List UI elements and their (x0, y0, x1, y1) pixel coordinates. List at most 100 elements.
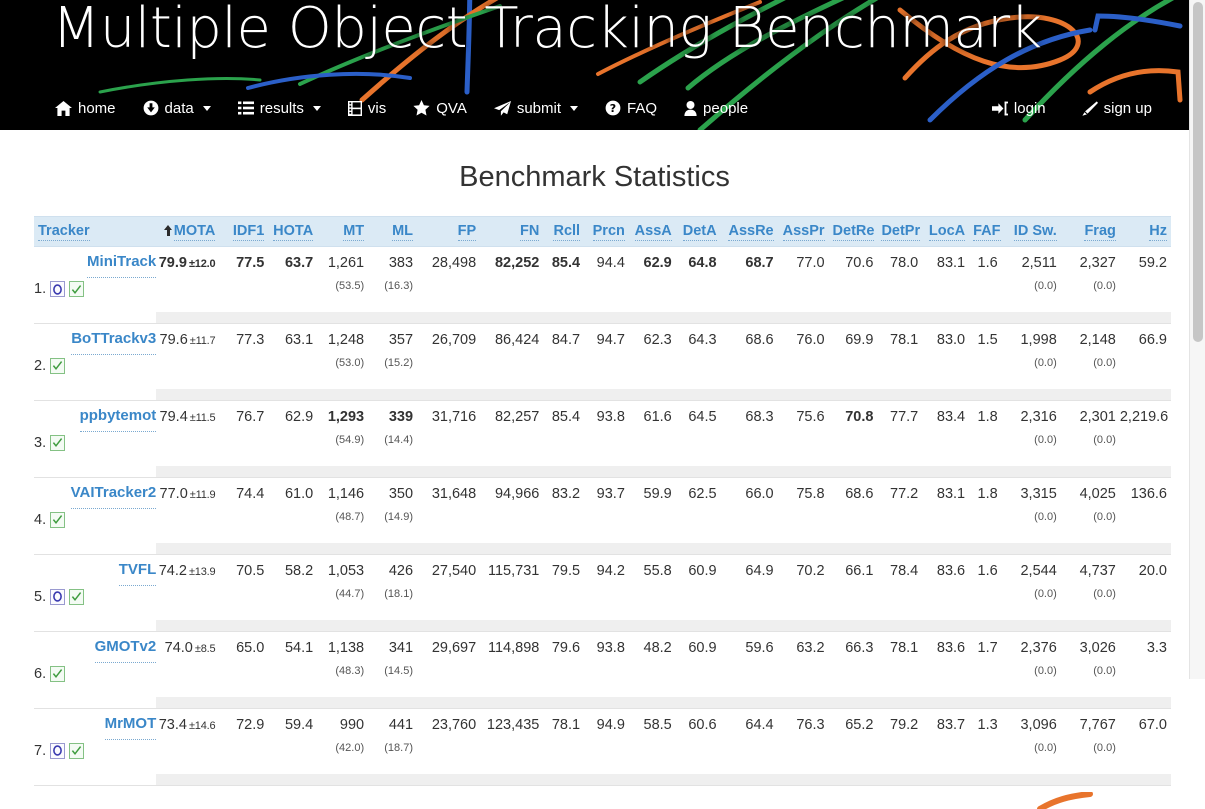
column-header-mt[interactable]: MT (317, 217, 368, 247)
verified-badge[interactable] (50, 666, 65, 682)
column-header-assre[interactable]: AssRe (721, 217, 778, 247)
cell-detre: 70.8 (829, 401, 878, 466)
row-separator-band (34, 543, 1171, 554)
cell-value: 61.0 (268, 478, 317, 510)
tracker-name-link[interactable]: MrMOT (105, 709, 157, 740)
column-header-asspr[interactable]: AssPr (778, 217, 829, 247)
column-header-mota[interactable]: MOTA (156, 217, 219, 247)
table-row[interactable]: ppbytemot3.79.4±11.576.762.91,293(54.9)3… (34, 401, 1171, 466)
cell-idf1: 70.5 (219, 555, 268, 620)
cell-deta: 60.9 (676, 555, 721, 620)
column-header-idf1[interactable]: IDF1 (219, 217, 268, 247)
tracker-name-link[interactable]: MiniTrack (87, 247, 156, 278)
band-fill (156, 466, 1171, 477)
column-header-assa[interactable]: AssA (629, 217, 676, 247)
column-header-tracker[interactable]: Tracker (34, 217, 156, 247)
cell-subvalue: (54.9) (317, 433, 368, 453)
cell-faf: 1.8 (969, 401, 1002, 466)
verified-badge[interactable] (69, 743, 84, 759)
column-header-prcn[interactable]: Prcn (584, 217, 629, 247)
column-header-detpr[interactable]: DetPr (877, 217, 922, 247)
cell-detpr: 78.1 (877, 324, 922, 389)
nav-item-signup[interactable]: sign up (1073, 95, 1161, 122)
cell-mt: 1,053(44.7) (317, 555, 368, 620)
cell-value: 79.4±11.5 (156, 401, 219, 433)
cell-value: 70.6 (829, 247, 878, 279)
nav-item-vis[interactable]: vis (339, 95, 395, 122)
cell-subvalue (676, 741, 721, 761)
column-header-faf[interactable]: FAF (969, 217, 1002, 247)
nav-item-faq[interactable]: ? FAQ (596, 95, 666, 122)
cell-frag: 3,026(0.0) (1061, 632, 1120, 697)
tracker-name-link[interactable]: ppbytemot (80, 401, 157, 432)
verified-badge[interactable] (50, 435, 65, 451)
tracker-name-link[interactable]: BoTTrackv3 (71, 324, 156, 355)
cell-idf1: 65.0 (219, 632, 268, 697)
cell-subvalue (268, 741, 317, 761)
code-available-badge[interactable] (50, 743, 65, 759)
column-header-ml[interactable]: ML (368, 217, 417, 247)
tracker-name-link[interactable]: TVFL (119, 555, 157, 586)
column-header-frag[interactable]: Frag (1061, 217, 1120, 247)
table-row[interactable]: GMOTv26.74.0±8.565.054.11,138(48.3)341(1… (34, 632, 1171, 697)
cell-subvalue (969, 356, 1002, 376)
nav-item-login[interactable]: login (983, 95, 1055, 122)
tracker-name-link[interactable]: GMOTv2 (95, 632, 157, 663)
nav-item-qva[interactable]: QVA (404, 95, 476, 122)
cell-loca: 83.1 (922, 247, 969, 312)
cell-value: 990 (317, 709, 368, 741)
cell-detpr: 78.1 (877, 632, 922, 697)
band-blank (34, 697, 156, 708)
cell-subvalue (778, 433, 829, 453)
code-available-badge[interactable] (50, 281, 65, 297)
tracker-name-link[interactable]: VAITracker2 (71, 478, 157, 509)
cell-value: 31,716 (417, 401, 480, 433)
column-header-hota[interactable]: HOTA (268, 217, 317, 247)
column-header-fp[interactable]: FP (417, 217, 480, 247)
table-row[interactable]: VAITracker24.77.0±11.974.461.01,146(48.7… (34, 478, 1171, 543)
nav-label: QVA (436, 100, 467, 117)
column-header-detre[interactable]: DetRe (829, 217, 878, 247)
column-header-hz[interactable]: Hz (1120, 217, 1171, 247)
scrollbar-thumb[interactable] (1193, 2, 1203, 342)
cell-assa: 62.3 (629, 324, 676, 389)
cell-value: 28,498 (417, 247, 480, 279)
cell-value: 94,966 (480, 478, 543, 510)
page-scrollbar[interactable] (1189, 0, 1205, 679)
column-header-idsw[interactable]: ID Sw. (1002, 217, 1061, 247)
table-row[interactable]: BoTTrackv32.79.6±11.777.363.11,248(53.0)… (34, 324, 1171, 389)
column-header-deta[interactable]: DetA (676, 217, 721, 247)
verified-badge[interactable] (69, 281, 84, 297)
column-header-rcll[interactable]: Rcll (543, 217, 584, 247)
verified-badge[interactable] (50, 512, 65, 528)
nav-item-home[interactable]: home (46, 95, 125, 122)
cell-subvalue (922, 587, 969, 607)
column-header-loca[interactable]: LocA (922, 217, 969, 247)
cell-deta: 60.6 (676, 709, 721, 774)
cell-subvalue (676, 433, 721, 453)
code-available-badge[interactable] (50, 589, 65, 605)
cell-subvalue (584, 433, 629, 453)
band-fill (156, 543, 1171, 554)
cell-subvalue (584, 587, 629, 607)
table-row[interactable]: TVFL5.74.2±13.970.558.21,053(44.7)426(18… (34, 555, 1171, 620)
nav-item-submit[interactable]: submit (485, 95, 587, 122)
cell-subvalue (543, 433, 584, 453)
column-header-fn[interactable]: FN (480, 217, 543, 247)
table-row[interactable]: MrMOT7.73.4±14.672.959.4990(42.0)441(18.… (34, 709, 1171, 774)
cell-value: 1,146 (317, 478, 368, 510)
nav-item-data[interactable]: data (134, 95, 220, 122)
cell-value: 58.2 (268, 555, 317, 587)
nav-item-results[interactable]: results (229, 95, 330, 122)
cell-value: 339 (368, 401, 417, 433)
verified-badge[interactable] (50, 358, 65, 374)
verified-badge[interactable] (69, 589, 84, 605)
table-row[interactable]: MiniTrack1.79.9±12.077.563.71,261(53.5)3… (34, 247, 1171, 312)
nav-item-people[interactable]: people (675, 95, 757, 122)
cell-hota: 54.1 (268, 632, 317, 697)
cell-value: 1,053 (317, 555, 368, 587)
cell-detpr: 77.2 (877, 478, 922, 543)
cell-asspr: 63.2 (778, 632, 829, 697)
band-fill (156, 620, 1171, 631)
cell-assa: 55.8 (629, 555, 676, 620)
